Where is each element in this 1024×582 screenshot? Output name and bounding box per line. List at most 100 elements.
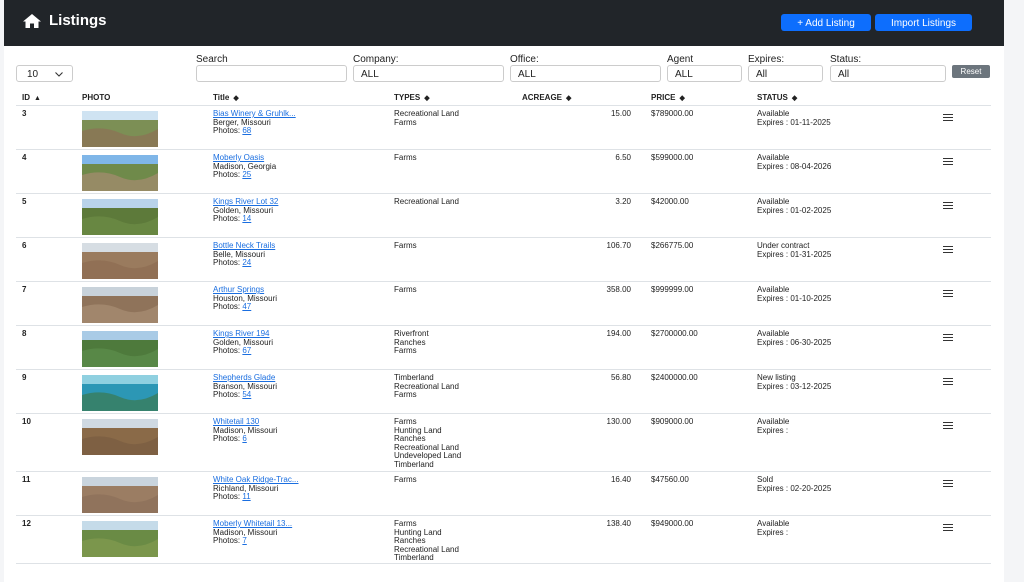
listing-id: 5 (16, 193, 76, 238)
import-listings-button[interactable]: Import Listings (875, 14, 972, 31)
listing-expires: Expires : 03-12-2025 (757, 381, 832, 391)
company-select[interactable]: ALL (353, 65, 504, 82)
hamburger-menu-icon[interactable] (943, 158, 953, 167)
listing-title-link[interactable]: Moberly Oasis (213, 153, 264, 162)
photo-cell (76, 281, 207, 326)
table-row[interactable]: 12 Moberly Whitetail 13... Madison, Missou… (16, 515, 991, 564)
listing-photos: Photos: 47 (213, 302, 388, 312)
listing-expires: Expires : 01-02-2025 (757, 205, 832, 215)
listing-photo[interactable] (82, 477, 158, 513)
listing-type: Farms (394, 346, 417, 355)
listing-id: 10 (16, 413, 76, 472)
hamburger-menu-icon[interactable] (943, 524, 953, 533)
status-cell: Sold Expires : 02-20-2025 (751, 471, 915, 516)
listing-id: 12 (16, 515, 76, 564)
hamburger-menu-icon[interactable] (943, 378, 953, 387)
listing-title-link[interactable]: White Oak Ridge-Trac... (213, 475, 299, 484)
photos-count-link[interactable]: 25 (242, 170, 251, 179)
home-icon (23, 13, 41, 28)
listing-photo[interactable] (82, 331, 158, 367)
types-cell: Farms (388, 471, 522, 516)
table-row[interactable]: 10 Whitetail 130 Madison, Missouri Photos: … (16, 413, 991, 472)
photos-count-link[interactable]: 14 (242, 214, 251, 223)
page-size-select[interactable]: 10 (16, 65, 73, 82)
actions-cell (915, 149, 991, 194)
listing-photos: Photos: 24 (213, 258, 388, 268)
agent-select[interactable]: ALL (667, 65, 742, 82)
title-cell: Moberly Oasis Madison, Georgia Photos: 25 (207, 149, 388, 194)
listing-title-link[interactable]: Moberly Whitetail 13... (213, 519, 292, 528)
add-listing-button[interactable]: + Add Listing (781, 14, 871, 31)
column-header-title[interactable]: Title ◆ (207, 89, 388, 106)
listing-id: 7 (16, 281, 76, 326)
listing-title-link[interactable]: Bias Winery & Gruhlk... (213, 109, 296, 118)
column-header-acreage[interactable]: ACREAGE ◆ (522, 89, 645, 106)
listing-acreage: 194.00 (522, 325, 645, 370)
office-select[interactable]: ALL (510, 65, 661, 82)
photos-count-link[interactable]: 67 (242, 346, 251, 355)
column-header-types[interactable]: TYPES ◆ (388, 89, 522, 106)
listing-photo[interactable] (82, 419, 158, 455)
actions-cell (915, 325, 991, 370)
photos-count-link[interactable]: 7 (242, 536, 246, 545)
photos-count-link[interactable]: 11 (242, 492, 250, 501)
column-header-status[interactable]: STATUS ◆ (751, 89, 915, 106)
table-row[interactable]: 6 Bottle Neck Trails Belle, Missouri Photos… (16, 237, 991, 282)
hamburger-menu-icon[interactable] (943, 334, 953, 343)
photos-label: Photos: (213, 302, 243, 311)
hamburger-menu-icon[interactable] (943, 202, 953, 211)
status-select[interactable]: All (830, 65, 946, 82)
listing-photo[interactable] (82, 375, 158, 411)
column-header-price[interactable]: PRICE ◆ (645, 89, 751, 106)
column-header-id[interactable]: ID ▲ (16, 89, 76, 106)
listing-type: Farms (394, 285, 417, 294)
photos-count-link[interactable]: 54 (242, 390, 251, 399)
listing-title-link[interactable]: Shepherds Glade (213, 373, 275, 382)
listing-title-link[interactable]: Whitetail 130 (213, 417, 259, 426)
listing-id: 11 (16, 471, 76, 516)
search-input[interactable] (196, 65, 347, 82)
hamburger-menu-icon[interactable] (943, 290, 953, 299)
reset-button[interactable]: Reset (952, 65, 990, 78)
table-row[interactable]: 7 Arthur Springs Houston, Missouri Photos: … (16, 281, 991, 326)
table-row[interactable]: 9 Shepherds Glade Branson, Missouri Photos:… (16, 369, 991, 414)
sort-arrows-icon: ◆ (566, 94, 572, 102)
photos-count-link[interactable]: 47 (242, 302, 251, 311)
photo-cell (76, 149, 207, 194)
listing-photo[interactable] (82, 243, 158, 279)
hamburger-menu-icon[interactable] (943, 480, 953, 489)
table-row[interactable]: 3 Bias Winery & Gruhlk... Berger, Missouri… (16, 105, 991, 150)
title-cell: Kings River Lot 32 Golden, Missouri Photos… (207, 193, 388, 238)
listing-photo[interactable] (82, 287, 158, 323)
listing-title-link[interactable]: Arthur Springs (213, 285, 264, 294)
listing-title-link[interactable]: Bottle Neck Trails (213, 241, 275, 250)
table-row[interactable]: 8 Kings River 194 Golden, Missouri Photos: … (16, 325, 991, 370)
status-cell: Available Expires : 01-11-2025 (751, 105, 915, 150)
actions-cell (915, 515, 991, 564)
listing-acreage: 16.40 (522, 471, 645, 516)
listing-photo[interactable] (82, 111, 158, 147)
photo-cell (76, 369, 207, 414)
photos-count-link[interactable]: 68 (242, 126, 251, 135)
actions-cell (915, 281, 991, 326)
listing-photo[interactable] (82, 199, 158, 235)
sort-arrows-icon: ◆ (679, 94, 685, 102)
listing-acreage: 56.80 (522, 369, 645, 414)
listing-title-link[interactable]: Kings River Lot 32 (213, 197, 278, 206)
photos-label: Photos: (213, 214, 243, 223)
photos-count-link[interactable]: 24 (242, 258, 251, 267)
hamburger-menu-icon[interactable] (943, 114, 953, 123)
expires-select[interactable]: All (748, 65, 823, 82)
listing-price: $47560.00 (645, 471, 751, 516)
photos-count-link[interactable]: 6 (242, 434, 246, 443)
hamburger-menu-icon[interactable] (943, 422, 953, 431)
listing-title-link[interactable]: Kings River 194 (213, 329, 269, 338)
table-row[interactable]: 4 Moberly Oasis Madison, Georgia Photos: 25… (16, 149, 991, 194)
table-row[interactable]: 11 White Oak Ridge-Trac... Richland, Misso… (16, 471, 991, 516)
listing-acreage: 138.40 (522, 515, 645, 564)
status-cell: Available Expires : 01-10-2025 (751, 281, 915, 326)
table-row[interactable]: 5 Kings River Lot 32 Golden, Missouri Photo… (16, 193, 991, 238)
hamburger-menu-icon[interactable] (943, 246, 953, 255)
listing-photo[interactable] (82, 521, 158, 557)
listing-photo[interactable] (82, 155, 158, 191)
